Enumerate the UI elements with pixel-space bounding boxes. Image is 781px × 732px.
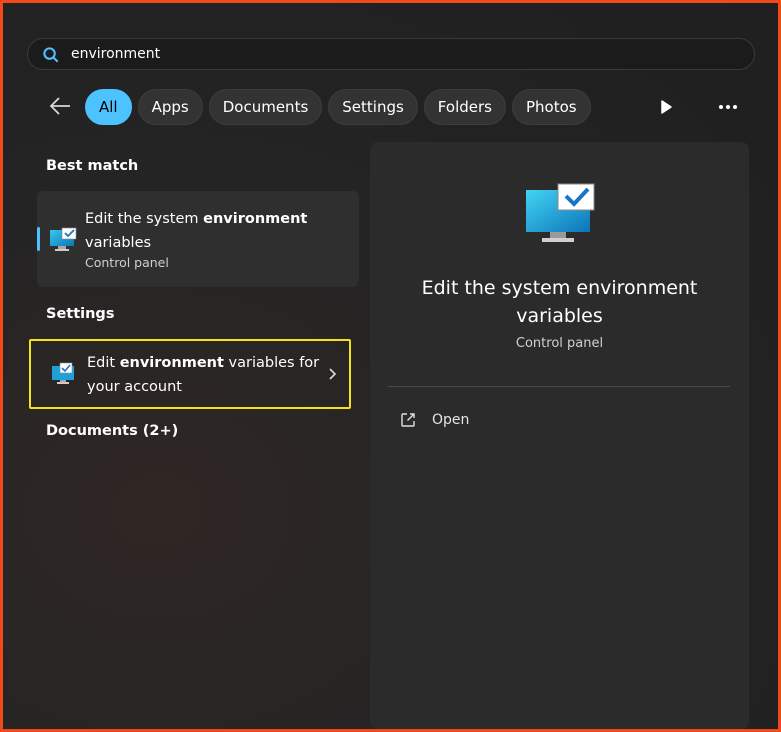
settings-result-title: Edit environment variables for your acco… [87, 355, 320, 395]
search-window: All Apps Documents Settings Folders Phot… [3, 3, 778, 729]
tab-folders[interactable]: Folders [423, 89, 506, 125]
settings-header: Settings [46, 306, 115, 322]
best-match-header: Best match [46, 158, 139, 174]
more-dot-icon [719, 105, 723, 109]
settings-result-env-vars[interactable]: Edit environment variables for your acco… [29, 339, 351, 409]
more-dot-icon [726, 105, 730, 109]
open-action[interactable]: Open [400, 412, 469, 428]
tab-settings[interactable]: Settings [328, 89, 418, 125]
tab-documents[interactable]: Documents [208, 89, 323, 125]
open-label: Open [432, 412, 470, 428]
preview-title: Edit the system environment variables [421, 277, 698, 327]
back-arrow-icon [49, 97, 70, 115]
chevron-right-icon [329, 368, 337, 380]
tab-photos[interactable]: Photos [511, 89, 591, 125]
search-icon [43, 46, 59, 62]
preview-subtitle: Control panel [515, 336, 604, 351]
filter-tabs: All Apps Documents Settings Folders Phot… [85, 89, 591, 125]
open-external-icon [401, 413, 415, 427]
system-monitor-icon [52, 362, 74, 384]
more-dot-icon [733, 105, 737, 109]
system-monitor-icon [50, 227, 77, 251]
best-match-result[interactable]: Edit the system environment variables Co… [37, 191, 359, 287]
preview-pane: Edit the system environment variables Co… [370, 142, 749, 729]
best-match-subtitle: Control panel [85, 255, 169, 270]
documents-header[interactable]: Documents (2+) [46, 423, 178, 439]
search-bar[interactable] [27, 38, 755, 70]
search-input[interactable] [71, 46, 671, 62]
back-button[interactable] [47, 93, 73, 119]
system-monitor-icon [526, 183, 595, 242]
more-options-button[interactable] [717, 98, 739, 116]
play-icon[interactable] [657, 98, 675, 116]
divider [388, 386, 730, 387]
selection-accent [37, 227, 40, 251]
tab-apps[interactable]: Apps [137, 89, 203, 125]
best-match-title: Edit the system environment variables [85, 211, 308, 251]
tab-all[interactable]: All [85, 89, 132, 125]
